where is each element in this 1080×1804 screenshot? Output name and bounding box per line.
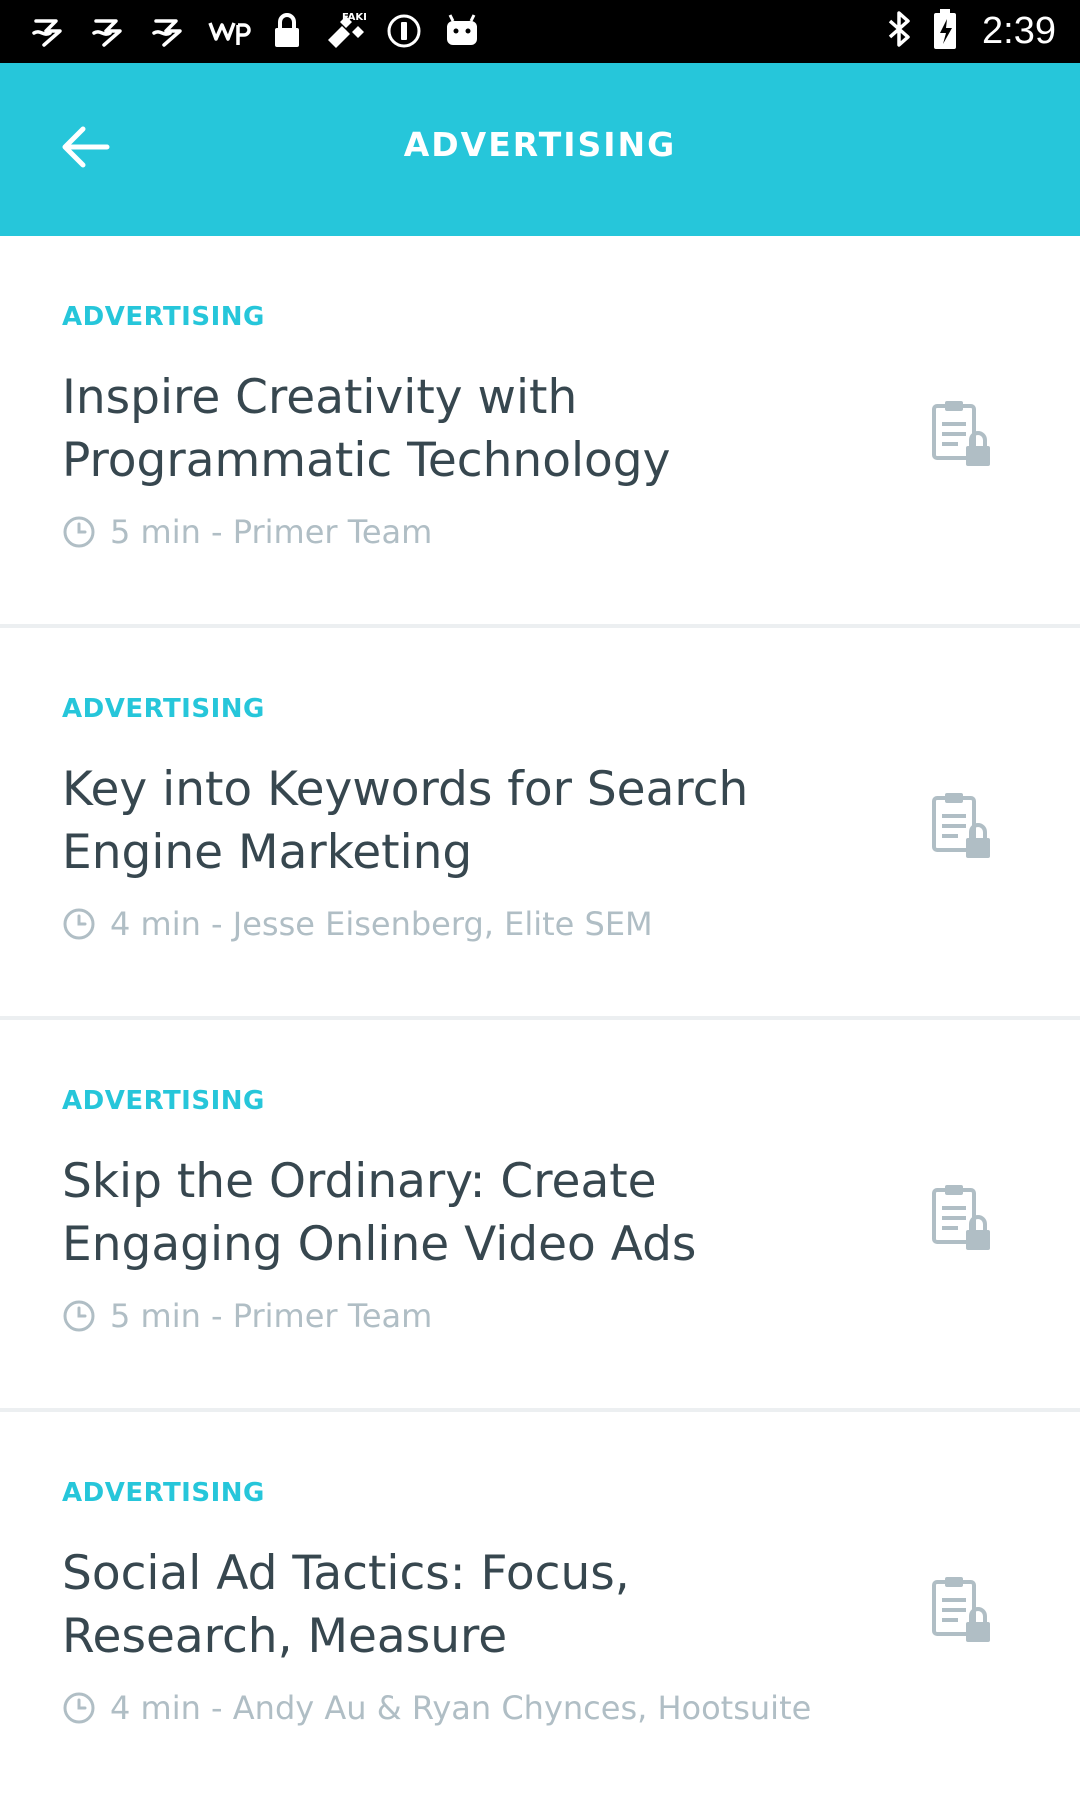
lesson-meta: 4 min - Andy Au & Ryan Chynces, Hootsuit… <box>62 1688 811 1728</box>
lesson-meta-text: 4 min - Andy Au & Ryan Chynces, Hootsuit… <box>110 1689 812 1727</box>
washington-post-icon <box>208 11 252 51</box>
lesson-title: Skip the Ordinary: Create Engaging Onlin… <box>62 1154 697 1272</box>
page-title: ADVERTISING <box>403 125 677 164</box>
lesson-meta: 5 min - Primer Team <box>62 1296 432 1336</box>
android-icon <box>442 11 482 51</box>
app-notification-icon <box>28 11 68 51</box>
locked-lesson-icon <box>928 1574 994 1646</box>
lesson-title: Inspire Creativity with Programmatic Tec… <box>62 370 671 488</box>
bluetooth-icon <box>884 9 914 53</box>
lesson-title: Key into Keywords for Search Engine Mark… <box>62 762 749 880</box>
system-icons: 2:39 <box>884 6 1056 56</box>
svg-text:FAKE: FAKE <box>342 12 366 23</box>
lesson-card[interactable]: ADVERTISING Social Ad Tactics: Focus, Re… <box>0 1412 1080 1804</box>
clock-icon <box>62 907 96 941</box>
fake-gps-icon: FAKE <box>322 10 366 52</box>
app-notification-icon <box>148 11 188 51</box>
lesson-category: ADVERTISING <box>62 302 265 332</box>
clock-icon <box>62 515 96 549</box>
lesson-meta-text: 5 min - Primer Team <box>110 1297 433 1335</box>
clock-icon <box>62 1299 96 1333</box>
lesson-category: ADVERTISING <box>62 694 265 724</box>
lesson-meta-text: 4 min - Jesse Eisenberg, Elite SEM <box>110 905 653 943</box>
lesson-category: ADVERTISING <box>62 1086 265 1116</box>
lesson-category: ADVERTISING <box>62 1478 265 1508</box>
lesson-title: Social Ad Tactics: Focus, Research, Meas… <box>62 1546 630 1664</box>
lesson-meta: 5 min - Primer Team <box>62 512 432 552</box>
app-bar: ADVERTISING <box>0 63 1080 236</box>
info-circle-icon <box>386 13 422 49</box>
locked-lesson-icon <box>928 790 994 862</box>
lock-icon <box>272 11 302 51</box>
lesson-meta: 4 min - Jesse Eisenberg, Elite SEM <box>62 904 653 944</box>
battery-icon <box>932 8 958 54</box>
lesson-card[interactable]: ADVERTISING Skip the Ordinary: Create En… <box>0 1020 1080 1412</box>
notification-icons: FAKE <box>28 6 482 56</box>
app-notification-icon <box>88 11 128 51</box>
status-time: 2:39 <box>982 9 1056 52</box>
locked-lesson-icon <box>928 398 994 470</box>
lesson-card[interactable]: ADVERTISING Inspire Creativity with Prog… <box>0 236 1080 628</box>
locked-lesson-icon <box>928 1182 994 1254</box>
clock-icon <box>62 1691 96 1725</box>
lesson-list: ADVERTISING Inspire Creativity with Prog… <box>0 236 1080 1804</box>
lesson-meta-text: 5 min - Primer Team <box>110 513 433 551</box>
status-bar: FAKE 2:39 <box>0 0 1080 63</box>
lesson-card[interactable]: ADVERTISING Key into Keywords for Search… <box>0 628 1080 1020</box>
